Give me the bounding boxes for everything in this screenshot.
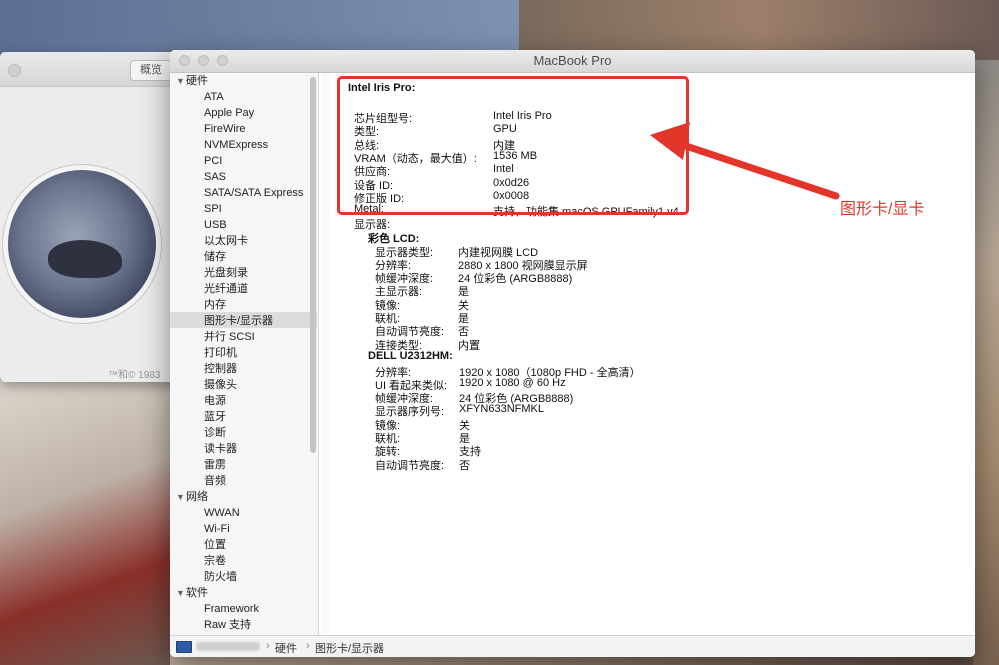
sidebar-item[interactable]: 控制器 xyxy=(204,361,237,377)
gpu-prop-value: 0x0d26 xyxy=(493,176,530,189)
disclosure-triangle-icon[interactable]: ▼ xyxy=(176,73,186,89)
island-graphic xyxy=(48,240,122,278)
path-bar: › 硬件 › 图形卡/显示器 xyxy=(170,635,975,657)
about-this-mac-window: 概览 ™和© 1983 xyxy=(0,52,180,382)
about-titlebar: 概览 xyxy=(0,52,180,87)
gpu-prop-value: 支持，功能集 macOS GPUFamily1 v4 xyxy=(493,206,679,219)
path-segment-graphics[interactable]: 图形卡/显示器 xyxy=(315,640,384,656)
sidebar-item[interactable]: WWAN xyxy=(204,505,240,521)
wallpaper-right xyxy=(973,60,999,665)
sidebar-item[interactable]: ATA xyxy=(204,89,224,105)
sidebar-item[interactable]: SATA/SATA Express xyxy=(204,185,303,201)
sidebar-item[interactable]: Raw 支持 xyxy=(204,617,251,633)
sidebar-item[interactable]: 以太网卡 xyxy=(204,233,248,249)
sidebar-item[interactable]: FireWire xyxy=(204,121,246,137)
sidebar-item[interactable]: SAS xyxy=(204,169,226,185)
gpu-prop-value: Intel xyxy=(493,163,514,176)
path-separator-icon: › xyxy=(306,640,310,652)
sidebar-item[interactable]: 图形卡/显示器 xyxy=(204,313,273,329)
wallpaper-bottom-left xyxy=(0,380,170,665)
sidebar-item[interactable]: 诊断 xyxy=(204,425,226,441)
sidebar-item[interactable]: 摄像头 xyxy=(204,377,237,393)
sidebar-item[interactable]: NVMExpress xyxy=(204,137,268,153)
gpu-prop-value: GPU xyxy=(493,123,517,136)
copyright-text: ™和© 1983 xyxy=(108,370,161,381)
display-prop-value: 24 位彩色 (ARGB8888) xyxy=(458,273,573,286)
sidebar-item[interactable]: SPI xyxy=(204,201,222,217)
tab-overview[interactable]: 概览 xyxy=(130,60,172,81)
sidebar-item[interactable]: 雷雳 xyxy=(204,457,226,473)
sidebar-item[interactable]: Apple Pay xyxy=(204,105,254,121)
sidebar-scrollbar[interactable] xyxy=(310,77,316,453)
sidebar-item[interactable]: 防火墙 xyxy=(204,569,237,585)
sidebar-item[interactable]: 打印机 xyxy=(204,345,237,361)
disclosure-triangle-icon[interactable]: ▼ xyxy=(176,585,186,601)
gpu-prop-value: Intel Iris Pro xyxy=(493,110,552,122)
gpu-prop-label: Metal: xyxy=(354,203,384,216)
path-segment-hardware[interactable]: 硬件 xyxy=(275,640,297,656)
sidebar-item[interactable]: 宗卷 xyxy=(204,553,226,569)
window-title: MacBook Pro xyxy=(533,53,612,68)
sidebar-group[interactable]: ▼软件 xyxy=(176,585,208,601)
close-button[interactable] xyxy=(8,64,21,77)
sidebar-item[interactable]: 储存 xyxy=(204,249,226,265)
computer-name-redacted xyxy=(196,642,260,651)
sidebar-item[interactable]: 光纤通道 xyxy=(204,281,248,297)
sidebar-item[interactable]: USB xyxy=(204,217,227,233)
sidebar-item[interactable]: PCI xyxy=(204,153,222,169)
display-prop-value: 1920 x 1080 @ 60 Hz xyxy=(459,376,566,389)
sidebar-item[interactable]: Wi-Fi xyxy=(204,521,230,537)
sidebar: ▼硬件 ATA Apple Pay FireWire NVMExpress PCI SAS S… xyxy=(170,73,319,635)
path-separator-icon: › xyxy=(266,640,270,652)
display-prop-value: XFYN633NFMKL xyxy=(459,403,544,416)
macos-catalina-logo xyxy=(8,170,156,318)
sidebar-item[interactable]: 音频 xyxy=(204,473,226,489)
sidebar-item[interactable]: 位置 xyxy=(204,537,226,553)
sidebar-item[interactable]: 光盘刻录 xyxy=(204,265,248,281)
window-titlebar: MacBook Pro xyxy=(170,50,975,73)
sidebar-item[interactable]: 蓝牙 xyxy=(204,409,226,425)
sidebar-item[interactable]: Framework xyxy=(204,601,259,617)
sidebar-group-label: 网络 xyxy=(186,491,208,503)
gpu-name: Intel Iris Pro: xyxy=(348,82,416,94)
sidebar-item[interactable]: 内存 xyxy=(204,297,226,313)
disclosure-triangle-icon[interactable]: ▼ xyxy=(176,489,186,505)
display-prop-label: 自动调节亮度: xyxy=(375,459,445,472)
annotation-arrow-icon xyxy=(650,122,840,200)
display-prop-value: 否 xyxy=(459,459,470,472)
sidebar-group[interactable]: ▼硬件 xyxy=(176,73,208,89)
system-information-window: MacBook Pro ▼硬件 ATA Apple Pay FireWire NVMEx… xyxy=(170,50,975,657)
sidebar-item[interactable]: 读卡器 xyxy=(204,441,237,457)
sidebar-item[interactable]: 电源 xyxy=(204,393,226,409)
annotation-label: 图形卡/显卡 xyxy=(840,201,925,218)
sidebar-group-label: 软件 xyxy=(186,587,208,599)
gpu-prop-value: 0x0008 xyxy=(493,189,530,202)
display-name: DELL U2312HM: xyxy=(368,350,453,362)
sidebar-group[interactable]: ▼网络 xyxy=(176,489,208,505)
display-prop-value: 内置 xyxy=(458,339,480,352)
gpu-prop-value: 1536 MB xyxy=(493,149,538,162)
sidebar-item[interactable]: 并行 SCSI xyxy=(204,329,255,345)
computer-icon xyxy=(176,641,192,653)
sidebar-group-label: 硬件 xyxy=(186,75,208,87)
